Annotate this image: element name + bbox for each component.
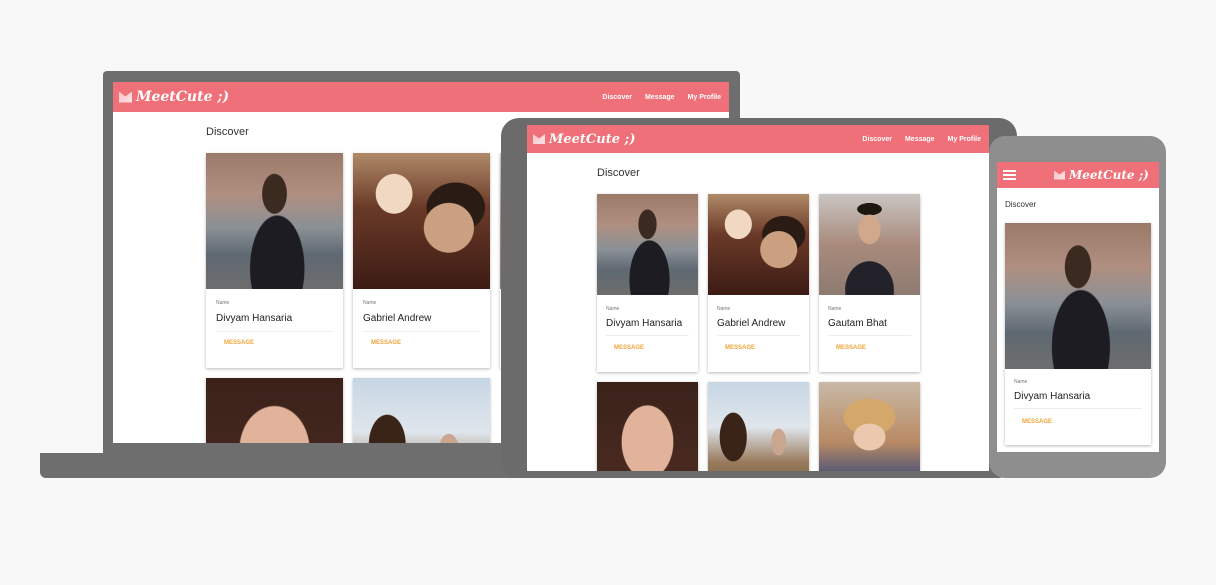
profile-card[interactable]: [708, 382, 809, 471]
nav-my-profile-link[interactable]: My Profile: [948, 136, 981, 143]
message-button[interactable]: MESSAGE: [1022, 419, 1052, 425]
brand-name: MeetCute ;): [136, 89, 230, 105]
card-divider: [828, 335, 911, 336]
profile-photo: [353, 378, 490, 443]
message-button[interactable]: MESSAGE: [371, 340, 401, 346]
message-button[interactable]: MESSAGE: [224, 340, 254, 346]
page-title: Discover: [206, 126, 249, 138]
profile-photo: [206, 378, 343, 443]
card-divider: [606, 335, 689, 336]
profile-card[interactable]: [597, 382, 698, 471]
nav-message-link[interactable]: Message: [645, 94, 675, 101]
name-label: Name: [216, 300, 230, 306]
name-label: Name: [828, 306, 842, 312]
page-title: Discover: [597, 167, 640, 179]
profile-name: Divyam Hansaria: [1014, 391, 1091, 402]
nav-discover-link[interactable]: Discover: [602, 94, 632, 101]
message-button[interactable]: MESSAGE: [836, 345, 866, 351]
navbar: MeetCute ;) Discover Message My Profile: [113, 82, 729, 112]
profile-name: Gabriel Andrew: [363, 313, 432, 324]
profile-photo: [819, 382, 920, 471]
profile-card[interactable]: [206, 378, 343, 443]
message-button[interactable]: MESSAGE: [614, 345, 644, 351]
profile-card[interactable]: Name Divyam Hansaria MESSAGE: [206, 153, 343, 368]
nav-my-profile-link[interactable]: My Profile: [688, 94, 721, 101]
page-title: Discover: [1005, 200, 1037, 209]
name-label: Name: [363, 300, 377, 306]
profile-photo: [819, 194, 920, 295]
nav-discover-link[interactable]: Discover: [862, 136, 892, 143]
profile-card[interactable]: Name Gabriel Andrew MESSAGE: [353, 153, 490, 368]
message-button[interactable]: MESSAGE: [725, 345, 755, 351]
navbar: MeetCute ;) Discover Message My Profile: [527, 125, 989, 153]
card-divider: [216, 331, 333, 332]
name-label: Name: [1014, 379, 1028, 385]
meetcute-logo-icon: [533, 134, 545, 144]
card-divider: [1014, 408, 1142, 409]
meetcute-logo-icon: [1054, 170, 1065, 180]
navbar: MeetCute ;): [997, 162, 1159, 188]
profile-photo: [353, 153, 490, 289]
card-divider: [717, 335, 800, 336]
profile-card[interactable]: [819, 382, 920, 471]
profile-name: Gabriel Andrew: [717, 318, 786, 329]
profile-photo: [206, 153, 343, 289]
profile-name: Gautam Bhat: [828, 318, 887, 329]
meetcute-logo-icon: [119, 91, 132, 103]
profile-photo: [597, 194, 698, 295]
brand-logo[interactable]: MeetCute ;): [1054, 168, 1149, 182]
profile-name: Divyam Hansaria: [216, 313, 293, 324]
phone-screen: MeetCute ;) Discover Name Divyam Hansari…: [997, 162, 1159, 452]
profile-card[interactable]: Name Divyam Hansaria MESSAGE: [1005, 223, 1151, 445]
card-divider: [363, 331, 480, 332]
nav-message-link[interactable]: Message: [905, 136, 935, 143]
brand-name: MeetCute ;): [1069, 168, 1149, 182]
brand-name: MeetCute ;): [549, 131, 636, 147]
profile-card[interactable]: [353, 378, 490, 443]
brand-logo[interactable]: MeetCute ;): [533, 132, 636, 147]
name-label: Name: [717, 306, 731, 312]
name-label: Name: [606, 306, 620, 312]
profile-photo: [708, 194, 809, 295]
profile-photo: [597, 382, 698, 471]
profile-card[interactable]: Name Gabriel Andrew MESSAGE: [708, 194, 809, 372]
profile-card[interactable]: Name Gautam Bhat MESSAGE: [819, 194, 920, 372]
profile-photo: [1005, 223, 1151, 369]
profile-name: Divyam Hansaria: [606, 318, 683, 329]
profile-card[interactable]: Name Divyam Hansaria MESSAGE: [597, 194, 698, 372]
tablet-screen: MeetCute ;) Discover Message My Profile …: [527, 125, 989, 471]
profile-photo: [708, 382, 809, 471]
hamburger-icon[interactable]: [1003, 170, 1016, 180]
brand-logo[interactable]: MeetCute ;): [119, 89, 229, 105]
